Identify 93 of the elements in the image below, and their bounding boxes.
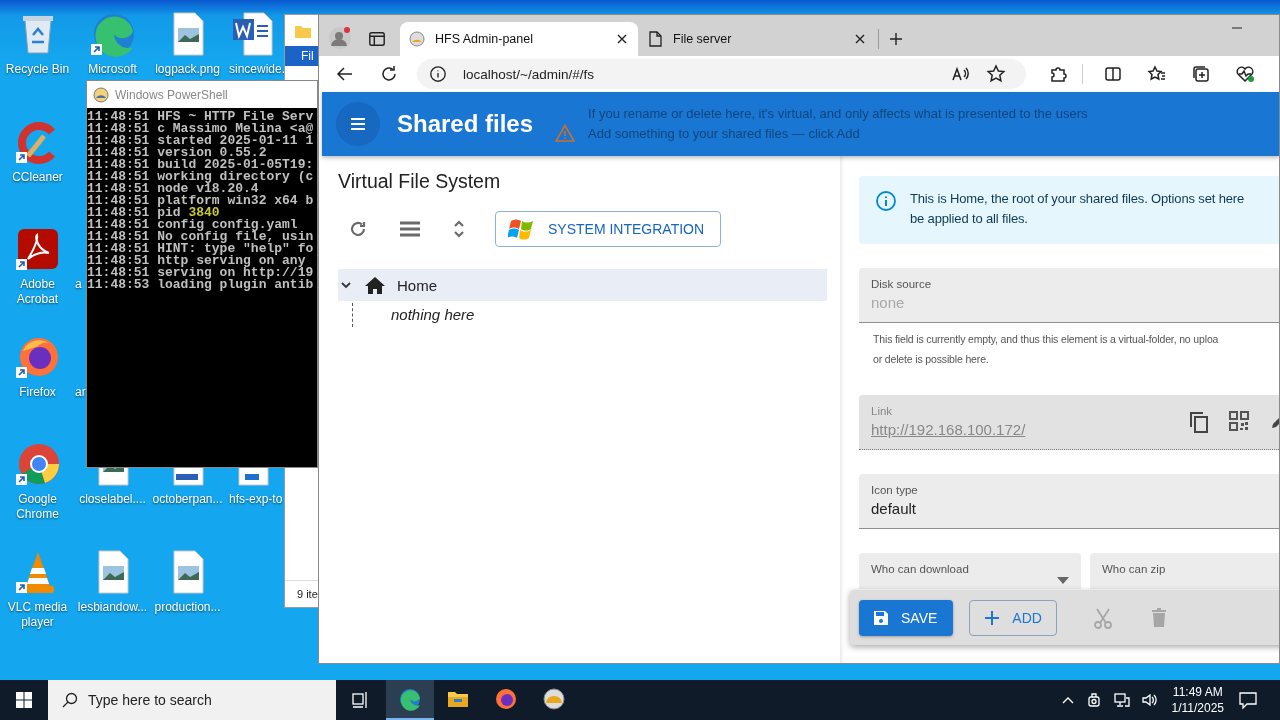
info-icon bbox=[875, 190, 897, 212]
clock-date[interactable]: 1/11/2025 bbox=[1171, 700, 1224, 716]
console-line: 11:48:51 c Massimo Melina <a@ bbox=[87, 123, 315, 135]
empty-note: nothing here bbox=[391, 305, 476, 325]
windows-logo-icon[interactable] bbox=[16, 692, 32, 708]
heart-pulse-icon[interactable] bbox=[1235, 64, 1255, 84]
save-button[interactable]: SAVE bbox=[859, 599, 954, 636]
home-icon bbox=[365, 276, 385, 294]
chevron-icon[interactable] bbox=[340, 279, 352, 291]
status-text: 9 ite bbox=[297, 588, 318, 600]
icon-label[interactable]: hfs-exp-to bbox=[229, 492, 283, 508]
profile-icon[interactable] bbox=[328, 26, 352, 50]
console-line: 11:48:51 build 2025-01-05T19: bbox=[87, 159, 315, 171]
icon-label[interactable]: Firefox bbox=[19, 384, 56, 400]
add-button[interactable]: ADD bbox=[969, 599, 1057, 636]
icon-label[interactable]: Adobe Acrobat bbox=[0, 277, 75, 308]
console-line: 11:48:51 version 0.55.2 bbox=[87, 147, 267, 159]
app-logo-icon bbox=[409, 31, 425, 47]
split-screen-icon[interactable] bbox=[1103, 64, 1123, 84]
fox-browser-icon bbox=[494, 687, 518, 711]
icon-label[interactable]: Google Chrome bbox=[0, 492, 75, 523]
icon-label[interactable]: lesbiandow... bbox=[77, 599, 148, 615]
reload-icon[interactable] bbox=[379, 64, 399, 84]
alert-text: This is Home, the root of your shared files. Options set here be applied to all files. bbox=[910, 190, 1245, 228]
qr-code-icon[interactable] bbox=[1229, 411, 1249, 431]
console-line: 11:48:51 node v18.20.4 bbox=[87, 183, 259, 195]
menu-button[interactable] bbox=[336, 102, 380, 146]
icon-label[interactable]: Microsoft bbox=[88, 62, 137, 77]
window-title: Windows PowerShell bbox=[115, 87, 228, 102]
browser-icon bbox=[398, 687, 422, 711]
console-line: 11:48:51 serving on http://19 bbox=[87, 267, 315, 279]
select-field[interactable]: Who can zip bbox=[1090, 553, 1279, 589]
sidebar-icon[interactable] bbox=[368, 30, 386, 48]
chevron-up-icon[interactable] bbox=[1061, 696, 1074, 704]
warning-icon bbox=[555, 124, 576, 142]
integration-button[interactable]: SYSTEM INTEGRATION bbox=[495, 211, 722, 247]
header-message: Add something to your shared files — click Add bbox=[588, 125, 861, 141]
console-line: 11:48:51 working directory (c bbox=[87, 171, 315, 183]
console-line: 11:48:51 platform win32 x64 b bbox=[87, 195, 315, 207]
collections-icon[interactable] bbox=[1191, 64, 1211, 84]
console-line: 11:48:51 pid 3840 bbox=[87, 207, 220, 219]
device-icon[interactable] bbox=[1085, 692, 1102, 708]
console-line: 11:48:51 HINT: type "help" fo bbox=[87, 243, 315, 255]
console-line: 11:48:53 loading plugin antib bbox=[87, 279, 315, 291]
list-icon[interactable] bbox=[399, 219, 421, 239]
text-field[interactable]: Disk source none bbox=[859, 268, 1279, 323]
icon-label[interactable]: VLC media player bbox=[0, 599, 75, 630]
dropdown-caret-icon[interactable] bbox=[1057, 577, 1069, 585]
clock-time[interactable]: 11:49 AM bbox=[1172, 684, 1223, 700]
new-tab-icon[interactable] bbox=[889, 32, 903, 46]
expand-collapse-icon[interactable] bbox=[452, 218, 466, 240]
icon-label[interactable]: octoberpan... bbox=[152, 492, 223, 508]
page-title: Shared files bbox=[397, 110, 534, 138]
browser-tab[interactable]: HFS Admin-panel bbox=[400, 22, 638, 56]
star-icon[interactable] bbox=[986, 64, 1006, 84]
info-icon[interactable] bbox=[429, 65, 447, 83]
search-field[interactable]: Type here to search bbox=[48, 680, 336, 720]
folder-icon bbox=[295, 24, 311, 38]
icon-label[interactable]: a bbox=[75, 277, 82, 293]
close-icon[interactable] bbox=[616, 33, 628, 45]
icon-label[interactable]: ar bbox=[75, 384, 86, 400]
select-field[interactable]: Icon type default bbox=[859, 474, 1279, 529]
icon-label[interactable]: production... bbox=[154, 599, 221, 615]
notification-icon[interactable] bbox=[1238, 690, 1258, 710]
task-view-icon[interactable] bbox=[350, 690, 370, 710]
console-line: 11:48:51 http serving on any bbox=[87, 255, 306, 267]
icon-label[interactable]: CCleaner bbox=[12, 169, 63, 185]
icon-label[interactable]: Recycle Bin bbox=[5, 62, 70, 77]
link-field[interactable]: Link http://192.168.100.172/ bbox=[859, 395, 1279, 450]
address-bar[interactable]: localhost/~/admin/#/fs bbox=[417, 59, 1026, 89]
plus-icon bbox=[984, 609, 1001, 626]
header-message: If you rename or delete here, it's virtual, and only affects what is presented to the users bbox=[588, 106, 1088, 121]
tree-item[interactable]: Home bbox=[338, 269, 827, 301]
puzzle-icon[interactable] bbox=[1048, 64, 1068, 84]
page-icon bbox=[647, 31, 663, 47]
close-icon[interactable] bbox=[854, 33, 866, 45]
browser-tab[interactable]: File server bbox=[638, 22, 876, 56]
network-icon[interactable] bbox=[1113, 692, 1130, 708]
icon-label[interactable]: closelabel.... bbox=[79, 492, 146, 508]
icon-label[interactable]: sincewide. bbox=[229, 62, 286, 77]
console-line: 11:48:51 No config file, usin bbox=[87, 231, 315, 243]
icon-label[interactable]: logpack.png bbox=[155, 62, 220, 77]
select-field[interactable]: Who can download bbox=[859, 553, 1081, 589]
helper-text: This field is currently empty, and thus this element is a virtual-folder, no uploa or delete is possible here. bbox=[872, 332, 1220, 367]
search-icon bbox=[62, 692, 78, 708]
shell-icon bbox=[93, 86, 109, 103]
console-line: 11:48:51 HFS ~ HTTP File Serv bbox=[87, 111, 315, 123]
panel-title: Virtual File System bbox=[338, 170, 502, 193]
console-line: 11:48:51 started 2025-01-11 1 bbox=[87, 135, 315, 147]
console-line: 11:48:51 config config.yaml bbox=[87, 219, 298, 231]
copy-icon[interactable] bbox=[1189, 411, 1209, 433]
volume-icon[interactable] bbox=[1141, 692, 1158, 708]
app-logo-icon bbox=[542, 687, 566, 711]
